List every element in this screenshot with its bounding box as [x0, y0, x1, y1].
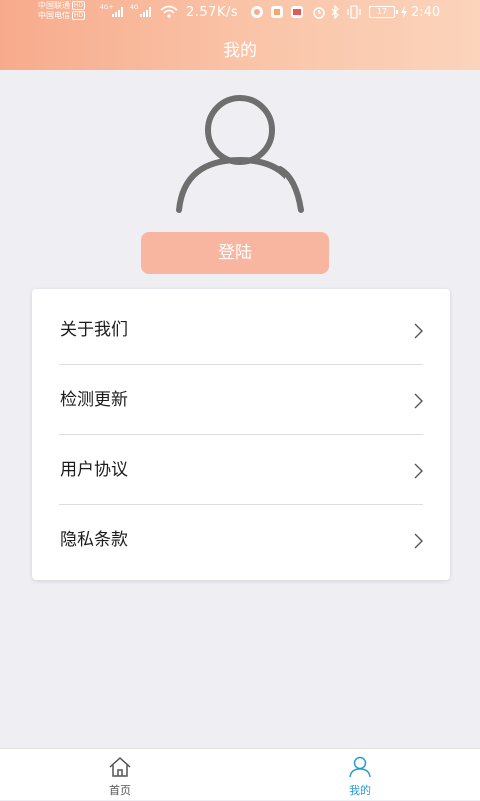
vibrate-icon: [347, 5, 361, 19]
home-icon: [109, 756, 131, 777]
tab-mine[interactable]: 我的: [300, 749, 420, 801]
menu-item-privacy-policy[interactable]: 隐私条款: [59, 505, 423, 575]
wifi-icon: [160, 5, 178, 18]
network-speed: 2.57K/s: [186, 5, 239, 20]
tab-home[interactable]: 首页: [60, 749, 180, 801]
chevron-right-icon: [414, 393, 423, 409]
signal-icon: [112, 7, 123, 17]
menu-item-label: 关于我们: [60, 320, 128, 340]
menu-item-label: 隐私条款: [60, 530, 128, 550]
signal-icon: [140, 7, 151, 17]
carrier-2-label: 中国电信: [38, 11, 70, 20]
app-notification-icon: [271, 6, 283, 18]
network-type-2: 4G: [130, 4, 139, 11]
status-bar: 中国联通 HD 中国电信 HD 4G+ 4G 2.57K/s 17 2:40: [0, 0, 480, 26]
battery-icon: 17: [369, 6, 398, 18]
chevron-right-icon: [414, 323, 423, 339]
menu-item-check-update[interactable]: 检测更新: [59, 365, 423, 435]
battery-level: 17: [376, 7, 388, 16]
bottom-tab-bar: 首页 我的: [0, 748, 480, 800]
app-notification-icon: [251, 6, 263, 18]
page-title: 我的: [223, 41, 257, 61]
menu-item-user-agreement[interactable]: 用户协议: [59, 435, 423, 505]
menu-card: 关于我们 检测更新 用户协议 隐私条款: [32, 289, 450, 580]
chevron-right-icon: [414, 463, 423, 479]
menu-item-label: 检测更新: [60, 390, 128, 410]
app-notification-icon: [291, 6, 303, 18]
avatar-placeholder-icon: [176, 95, 309, 216]
tab-label: 我的: [349, 784, 371, 797]
clock: 2:40: [411, 5, 441, 20]
alarm-icon: [313, 7, 325, 19]
bluetooth-icon: [331, 5, 339, 19]
charging-icon: [401, 6, 407, 18]
hd-badge: HD: [72, 1, 86, 10]
carrier-info: 中国联通 HD 中国电信 HD: [38, 1, 86, 21]
user-icon: [349, 756, 371, 778]
menu-item-label: 用户协议: [60, 460, 128, 480]
hd-badge: HD: [72, 11, 86, 20]
chevron-right-icon: [414, 533, 423, 549]
login-button[interactable]: 登陆: [141, 232, 329, 274]
app-header: 中国联通 HD 中国电信 HD 4G+ 4G 2.57K/s 17 2:40 我…: [0, 0, 480, 70]
tab-label: 首页: [109, 784, 131, 797]
menu-item-about-us[interactable]: 关于我们: [59, 295, 423, 365]
carrier-1-label: 中国联通: [38, 1, 70, 10]
